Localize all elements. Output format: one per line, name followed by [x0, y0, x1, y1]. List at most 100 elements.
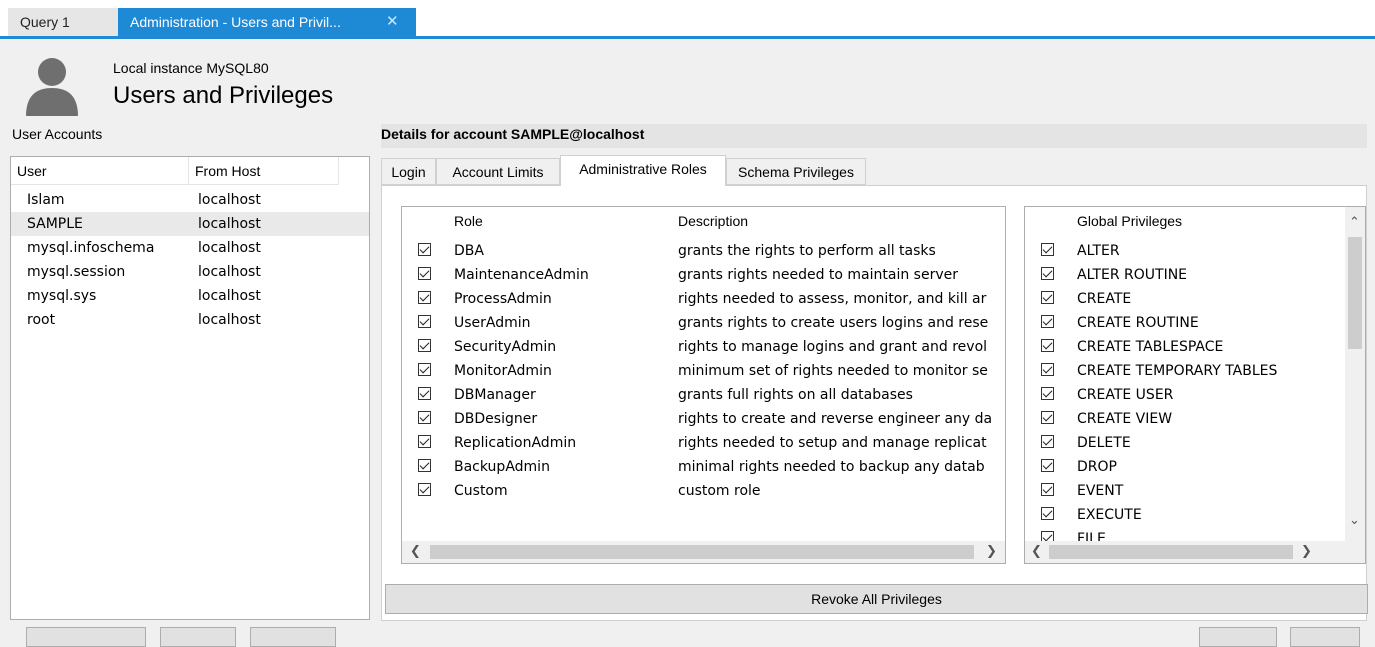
close-icon[interactable]: ✕	[386, 8, 399, 36]
checkbox-checked-icon[interactable]	[1041, 363, 1054, 376]
checkbox-checked-icon[interactable]	[418, 387, 431, 400]
revert-button[interactable]	[1199, 627, 1277, 647]
privilege-row[interactable]: EXECUTE	[1025, 503, 1345, 527]
column-header-description[interactable]: Description	[678, 213, 748, 229]
checkbox-checked-icon[interactable]	[418, 315, 431, 328]
role-description: grants full rights on all databases	[678, 387, 913, 403]
user-silhouette-icon	[26, 58, 78, 116]
tab-schema-privileges[interactable]: Schema Privileges	[726, 158, 866, 185]
scrollbar-thumb[interactable]	[1049, 545, 1293, 559]
delete-button[interactable]	[160, 627, 236, 647]
checkbox-checked-icon[interactable]	[418, 267, 431, 280]
host-cell: localhost	[198, 240, 261, 256]
checkbox-checked-icon[interactable]	[418, 483, 431, 496]
revoke-all-privileges-button[interactable]: Revoke All Privileges	[385, 584, 1368, 614]
checkbox-checked-icon[interactable]	[1041, 291, 1054, 304]
chevron-up-icon[interactable]: ⌃	[1349, 215, 1360, 230]
checkbox-checked-icon[interactable]	[1041, 435, 1054, 448]
checkbox-checked-icon[interactable]	[1041, 315, 1054, 328]
role-row[interactable]: BackupAdmin minimal rights needed to bac…	[402, 455, 1005, 479]
apply-button[interactable]	[1290, 627, 1360, 647]
privilege-row[interactable]: EVENT	[1025, 479, 1345, 503]
column-header-role[interactable]: Role	[454, 213, 483, 229]
privilege-row[interactable]: DROP	[1025, 455, 1345, 479]
host-cell: localhost	[198, 264, 261, 280]
tab-administrative-roles[interactable]: Administrative Roles	[560, 155, 726, 186]
checkbox-checked-icon[interactable]	[418, 243, 431, 256]
tab-underline	[0, 36, 1375, 39]
checkbox-checked-icon[interactable]	[1041, 339, 1054, 352]
column-header-from-host[interactable]: From Host	[189, 157, 339, 185]
privilege-row[interactable]: CREATE TABLESPACE	[1025, 335, 1345, 359]
table-row[interactable]: mysql.infoschema localhost	[11, 236, 369, 260]
privilege-name: ALTER ROUTINE	[1077, 267, 1188, 283]
role-name: DBManager	[454, 387, 536, 403]
roles-list: Role Description DBA grants the rights t…	[401, 206, 1006, 564]
user-cell: SAMPLE	[27, 216, 83, 232]
chevron-down-icon[interactable]: ⌄	[1349, 513, 1360, 528]
table-row-selected[interactable]: SAMPLE localhost	[11, 212, 369, 236]
scrollbar-thumb[interactable]	[1348, 237, 1362, 349]
checkbox-checked-icon[interactable]	[418, 339, 431, 352]
checkbox-checked-icon[interactable]	[418, 411, 431, 424]
checkbox-checked-icon[interactable]	[1041, 267, 1054, 280]
role-name: UserAdmin	[454, 315, 531, 331]
role-row[interactable]: UserAdmin grants rights to create users …	[402, 311, 1005, 335]
checkbox-checked-icon[interactable]	[1041, 459, 1054, 472]
privilege-row[interactable]: DELETE	[1025, 431, 1345, 455]
refresh-button[interactable]	[250, 627, 336, 647]
column-header-user[interactable]: User	[11, 157, 189, 185]
tab-label: Administration - Users and Privil...	[130, 14, 341, 30]
host-cell: localhost	[198, 288, 261, 304]
role-row[interactable]: ReplicationAdmin rights needed to setup …	[402, 431, 1005, 455]
role-row[interactable]: MaintenanceAdmin grants rights needed to…	[402, 263, 1005, 287]
roles-horizontal-scrollbar[interactable]: ❮ ❯	[402, 541, 1005, 563]
privileges-vertical-scrollbar[interactable]: ⌃ ⌄	[1345, 207, 1365, 541]
table-row[interactable]: mysql.session localhost	[11, 260, 369, 284]
privilege-row[interactable]: CREATE USER	[1025, 383, 1345, 407]
user-cell: Islam	[27, 192, 65, 208]
checkbox-checked-icon[interactable]	[1041, 411, 1054, 424]
tab-login[interactable]: Login	[381, 158, 436, 185]
chevron-right-icon[interactable]: ❯	[1301, 544, 1312, 559]
checkbox-checked-icon[interactable]	[1041, 483, 1054, 496]
checkbox-checked-icon[interactable]	[418, 459, 431, 472]
privilege-name: EXECUTE	[1077, 507, 1142, 523]
role-row[interactable]: MonitorAdmin minimum set of rights neede…	[402, 359, 1005, 383]
role-description: rights needed to setup and manage replic…	[678, 435, 987, 451]
checkbox-checked-icon[interactable]	[418, 291, 431, 304]
column-header-global-privileges[interactable]: Global Privileges	[1077, 213, 1182, 229]
role-row[interactable]: ProcessAdmin rights needed to assess, mo…	[402, 287, 1005, 311]
role-name: BackupAdmin	[454, 459, 550, 475]
chevron-left-icon[interactable]: ❮	[1031, 544, 1042, 559]
checkbox-checked-icon[interactable]	[1041, 243, 1054, 256]
add-account-button[interactable]	[26, 627, 146, 647]
role-row[interactable]: Custom custom role	[402, 479, 1005, 503]
table-row[interactable]: mysql.sys localhost	[11, 284, 369, 308]
privilege-row[interactable]: CREATE ROUTINE	[1025, 311, 1345, 335]
tab-account-limits[interactable]: Account Limits	[436, 158, 560, 185]
privilege-row[interactable]: ALTER	[1025, 239, 1345, 263]
chevron-left-icon[interactable]: ❮	[410, 544, 421, 559]
privilege-name: CREATE	[1077, 291, 1132, 307]
table-row[interactable]: Islam localhost	[11, 188, 369, 212]
chevron-right-icon[interactable]: ❯	[986, 544, 997, 559]
role-description: rights needed to assess, monitor, and ki…	[678, 291, 987, 307]
checkbox-checked-icon[interactable]	[418, 363, 431, 376]
checkbox-checked-icon[interactable]	[1041, 387, 1054, 400]
tab-query-1[interactable]: Query 1	[8, 8, 118, 36]
privilege-row[interactable]: CREATE	[1025, 287, 1345, 311]
checkbox-checked-icon[interactable]	[418, 435, 431, 448]
role-row[interactable]: DBDesigner rights to create and reverse …	[402, 407, 1005, 431]
privilege-row[interactable]: CREATE TEMPORARY TABLES	[1025, 359, 1345, 383]
privilege-row[interactable]: CREATE VIEW	[1025, 407, 1345, 431]
role-row[interactable]: DBManager grants full rights on all data…	[402, 383, 1005, 407]
privilege-row[interactable]: ALTER ROUTINE	[1025, 263, 1345, 287]
tab-administration-users[interactable]: Administration - Users and Privil... ✕	[118, 8, 416, 36]
role-row[interactable]: DBA grants the rights to perform all tas…	[402, 239, 1005, 263]
table-row[interactable]: root localhost	[11, 308, 369, 332]
role-row[interactable]: SecurityAdmin rights to manage logins an…	[402, 335, 1005, 359]
privileges-horizontal-scrollbar[interactable]: ❮ ❯	[1025, 541, 1365, 563]
checkbox-checked-icon[interactable]	[1041, 507, 1054, 520]
scrollbar-thumb[interactable]	[430, 545, 974, 559]
